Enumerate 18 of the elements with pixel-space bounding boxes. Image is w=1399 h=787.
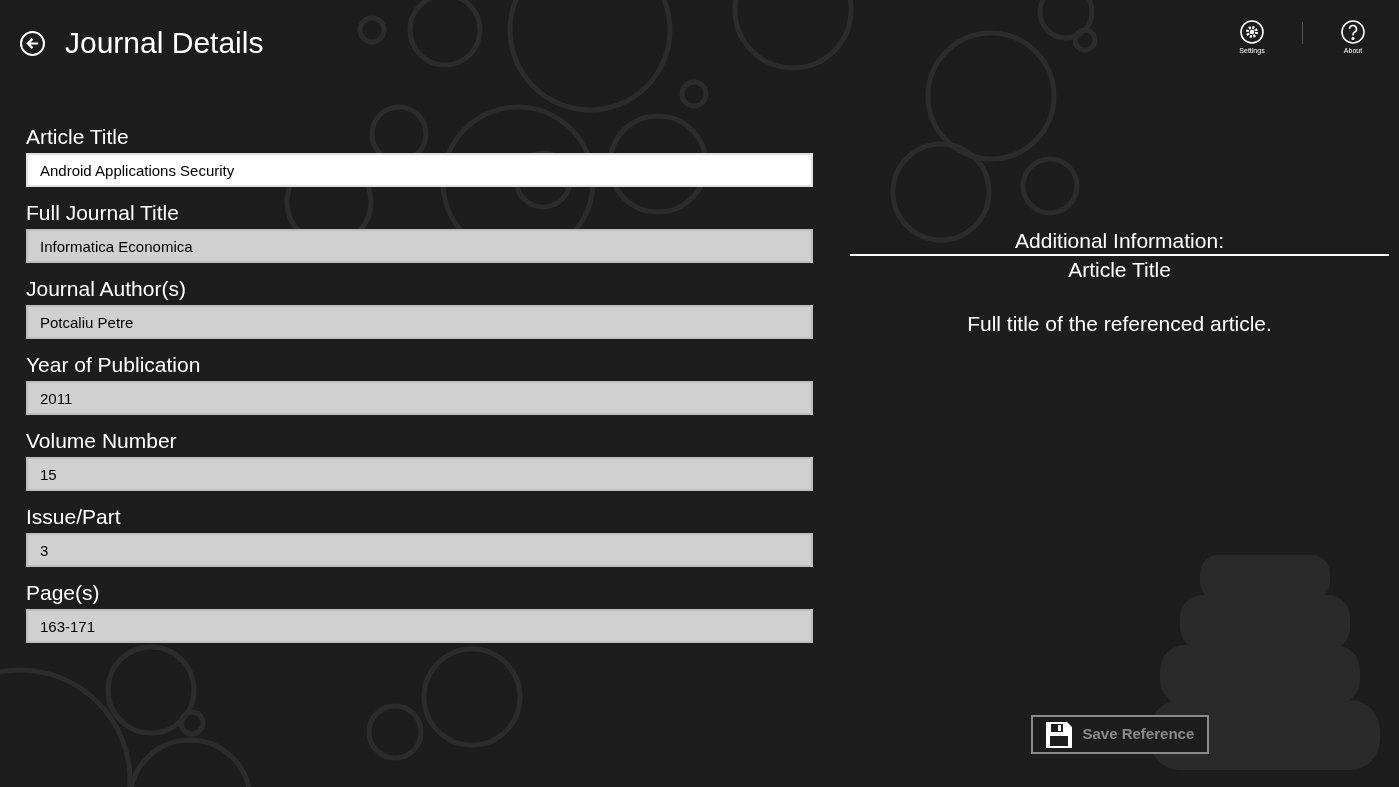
text-field[interactable]: Android Applications Security bbox=[26, 153, 813, 187]
field-label: Journal Author(s) bbox=[26, 276, 187, 302]
info-heading: Additional Information: bbox=[1015, 228, 1224, 254]
text-field[interactable]: Informatica Economica bbox=[26, 229, 813, 263]
field-label: Year of Publication bbox=[26, 352, 202, 378]
info-description: Full title of the referenced article. bbox=[967, 311, 1272, 337]
text-field[interactable]: 2011 bbox=[26, 381, 813, 415]
field-label: Full Journal Title bbox=[26, 200, 180, 226]
field-label: Page(s) bbox=[26, 580, 101, 606]
text-field[interactable]: 3 bbox=[26, 533, 813, 567]
info-subheading: Article Title bbox=[1068, 257, 1171, 283]
field-label: Volume Number bbox=[26, 428, 178, 454]
field-label: Article Title bbox=[26, 124, 130, 150]
field-label: Issue/Part bbox=[26, 504, 122, 530]
text-field[interactable]: Potcaliu Petre bbox=[26, 305, 813, 339]
text-field[interactable]: 163-171 bbox=[26, 609, 813, 643]
page-title: Journal Details bbox=[65, 25, 264, 61]
text-field[interactable]: 15 bbox=[26, 457, 813, 491]
